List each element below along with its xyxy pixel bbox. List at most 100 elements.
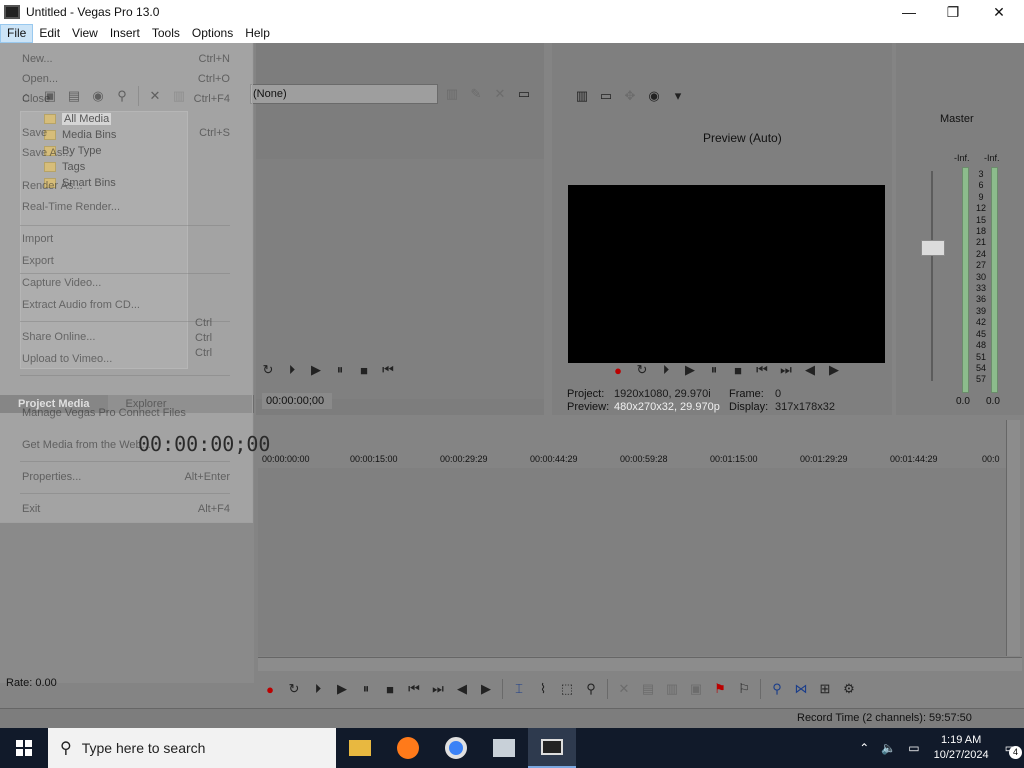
split-icon[interactable]: ▥ bbox=[662, 679, 682, 699]
menu-view[interactable]: View bbox=[66, 24, 104, 43]
prev-frame-icon[interactable]: ◀ bbox=[800, 360, 820, 380]
file-menu-item[interactable]: Close bbox=[22, 93, 50, 105]
menu-file[interactable]: File bbox=[0, 24, 34, 43]
pause-icon[interactable]: ⏸ bbox=[330, 360, 350, 380]
taskbar-clock[interactable]: 1:19 AM 10/27/2024 bbox=[934, 733, 989, 763]
play-from-start-icon[interactable]: ⏵ bbox=[308, 679, 328, 699]
chevron-down-icon[interactable]: ▾ bbox=[668, 86, 688, 106]
toolbar-separator bbox=[607, 679, 608, 699]
file-menu-item[interactable]: Render As... bbox=[22, 180, 83, 192]
notifications-icon[interactable]: ▭4 bbox=[1005, 741, 1022, 759]
next-frame-icon[interactable]: ▶ bbox=[824, 360, 844, 380]
file-menu-item[interactable]: Import bbox=[22, 233, 53, 245]
file-menu-item[interactable]: Save As... bbox=[22, 147, 72, 159]
file-menu-item[interactable]: Export bbox=[22, 255, 54, 267]
vegas-taskbar-icon[interactable] bbox=[528, 728, 576, 768]
file-menu-item[interactable]: Properties... bbox=[22, 471, 81, 483]
pin-icon[interactable]: ✎ bbox=[466, 84, 486, 104]
trimmer-option-icon[interactable]: ▥ bbox=[442, 84, 462, 104]
pause-icon[interactable]: ⏸ bbox=[356, 679, 376, 699]
menu-tools[interactable]: Tools bbox=[146, 24, 186, 43]
region-icon[interactable]: ⚐ bbox=[734, 679, 754, 699]
loop-icon[interactable]: ↻ bbox=[284, 679, 304, 699]
ripple-icon[interactable]: ⊞ bbox=[815, 679, 835, 699]
file-menu-item[interactable]: Get Media from the Web... bbox=[22, 439, 151, 451]
lock-envelopes-icon[interactable]: ⚙ bbox=[839, 679, 859, 699]
play-icon[interactable]: ▶ bbox=[332, 679, 352, 699]
loop-icon[interactable]: ↻ bbox=[258, 360, 278, 380]
snapping-icon[interactable]: ⚲ bbox=[767, 679, 787, 699]
go-to-start-icon[interactable]: ⏮ bbox=[752, 360, 772, 380]
file-menu-item[interactable]: Extract Audio from CD... bbox=[22, 299, 140, 311]
trimmer-media-select[interactable]: (None) bbox=[250, 84, 438, 104]
delete-icon[interactable]: ✕ bbox=[614, 679, 634, 699]
prev-frame-icon[interactable]: ◀ bbox=[452, 679, 472, 699]
title-bar: Untitled - Vegas Pro 13.0 — ❐ ✕ bbox=[0, 0, 1024, 24]
folder-icon bbox=[349, 740, 371, 756]
file-menu-item[interactable]: Open... bbox=[22, 73, 58, 85]
file-menu-item[interactable]: New... bbox=[22, 53, 53, 65]
record-icon[interactable]: ● bbox=[608, 360, 628, 380]
stop-icon[interactable]: ■ bbox=[728, 360, 748, 380]
marker-icon[interactable]: ⚑ bbox=[710, 679, 730, 699]
minimize-button[interactable]: — bbox=[886, 0, 932, 24]
record-icon[interactable]: ● bbox=[260, 679, 280, 699]
go-to-start-icon[interactable]: ⏮ bbox=[404, 679, 424, 699]
master-fader-knob[interactable] bbox=[921, 240, 945, 256]
timeline-tracks[interactable] bbox=[258, 468, 1006, 656]
play-icon[interactable]: ▶ bbox=[680, 360, 700, 380]
auto-crossfade-icon[interactable]: ⋈ bbox=[791, 679, 811, 699]
selection-tool-icon[interactable]: ⬚ bbox=[557, 679, 577, 699]
vertical-scrollbar[interactable] bbox=[1006, 420, 1020, 656]
taskbar-search-box[interactable]: ⚲ Type here to search bbox=[48, 728, 336, 768]
menu-help[interactable]: Help bbox=[239, 24, 276, 43]
play-from-start-icon[interactable]: ⏵ bbox=[656, 360, 676, 380]
file-menu-item[interactable]: Real-Time Render... bbox=[22, 201, 120, 213]
go-to-end-icon[interactable]: ⏭ bbox=[776, 360, 796, 380]
firefox-taskbar-icon[interactable] bbox=[384, 728, 432, 768]
external-monitor-icon[interactable]: ▭ bbox=[596, 86, 616, 106]
stop-icon[interactable]: ■ bbox=[354, 360, 374, 380]
go-to-end-icon[interactable]: ⏭ bbox=[428, 679, 448, 699]
maximize-button[interactable]: ❐ bbox=[930, 0, 976, 24]
clear-icon[interactable]: ✕ bbox=[490, 84, 510, 104]
app-taskbar-icon[interactable] bbox=[480, 728, 528, 768]
next-frame-icon[interactable]: ▶ bbox=[476, 679, 496, 699]
menu-insert[interactable]: Insert bbox=[104, 24, 146, 43]
close-button[interactable]: ✕ bbox=[976, 0, 1022, 24]
chrome-taskbar-icon[interactable] bbox=[432, 728, 480, 768]
horizontal-scrollbar[interactable] bbox=[258, 657, 1022, 671]
preview-quality-select[interactable]: Preview (Auto) bbox=[703, 131, 782, 145]
pause-icon[interactable]: ⏸ bbox=[704, 360, 724, 380]
lock-icon[interactable]: ▣ bbox=[686, 679, 706, 699]
master-fader-track[interactable] bbox=[931, 171, 933, 381]
file-menu-item[interactable]: Exit bbox=[22, 503, 40, 515]
menu-options[interactable]: Options bbox=[186, 24, 239, 43]
envelope-tool-icon[interactable]: ⌇ bbox=[533, 679, 553, 699]
play-from-start-icon[interactable]: ⏵ bbox=[282, 360, 302, 380]
edit-tool-icon[interactable]: ⌶ bbox=[509, 679, 529, 699]
file-menu-item[interactable]: Share Online... bbox=[22, 331, 95, 343]
zoom-tool-icon[interactable]: ⚲ bbox=[581, 679, 601, 699]
trim-icon[interactable]: ▤ bbox=[638, 679, 658, 699]
display-value: 317x178x32 bbox=[775, 401, 835, 413]
file-menu-item[interactable]: Save bbox=[22, 127, 47, 139]
file-explorer-taskbar-icon[interactable] bbox=[336, 728, 384, 768]
monitor-icon[interactable]: ▭ bbox=[514, 84, 534, 104]
go-to-start-icon[interactable]: ⏮ bbox=[378, 360, 398, 380]
stop-icon[interactable]: ■ bbox=[380, 679, 400, 699]
start-button[interactable] bbox=[0, 728, 48, 768]
volume-muted-icon[interactable]: 🔈 bbox=[881, 741, 896, 755]
chevron-up-icon[interactable]: ⌃ bbox=[859, 741, 869, 755]
file-menu-item[interactable]: Upload to Vimeo... bbox=[22, 353, 112, 365]
overlay-icon[interactable]: ◉ bbox=[644, 86, 664, 106]
play-icon[interactable]: ▶ bbox=[306, 360, 326, 380]
timeline-tick: 00:00:44:29 bbox=[530, 454, 578, 464]
split-screen-icon[interactable]: ✥ bbox=[620, 86, 640, 106]
file-menu-item[interactable]: Manage Vegas Pro Connect Files bbox=[22, 407, 186, 419]
menu-edit[interactable]: Edit bbox=[33, 24, 66, 43]
loop-icon[interactable]: ↻ bbox=[632, 360, 652, 380]
network-icon[interactable]: ▭ bbox=[908, 741, 919, 755]
preview-properties-icon[interactable]: ▥ bbox=[572, 86, 592, 106]
file-menu-item[interactable]: Capture Video... bbox=[22, 277, 101, 289]
